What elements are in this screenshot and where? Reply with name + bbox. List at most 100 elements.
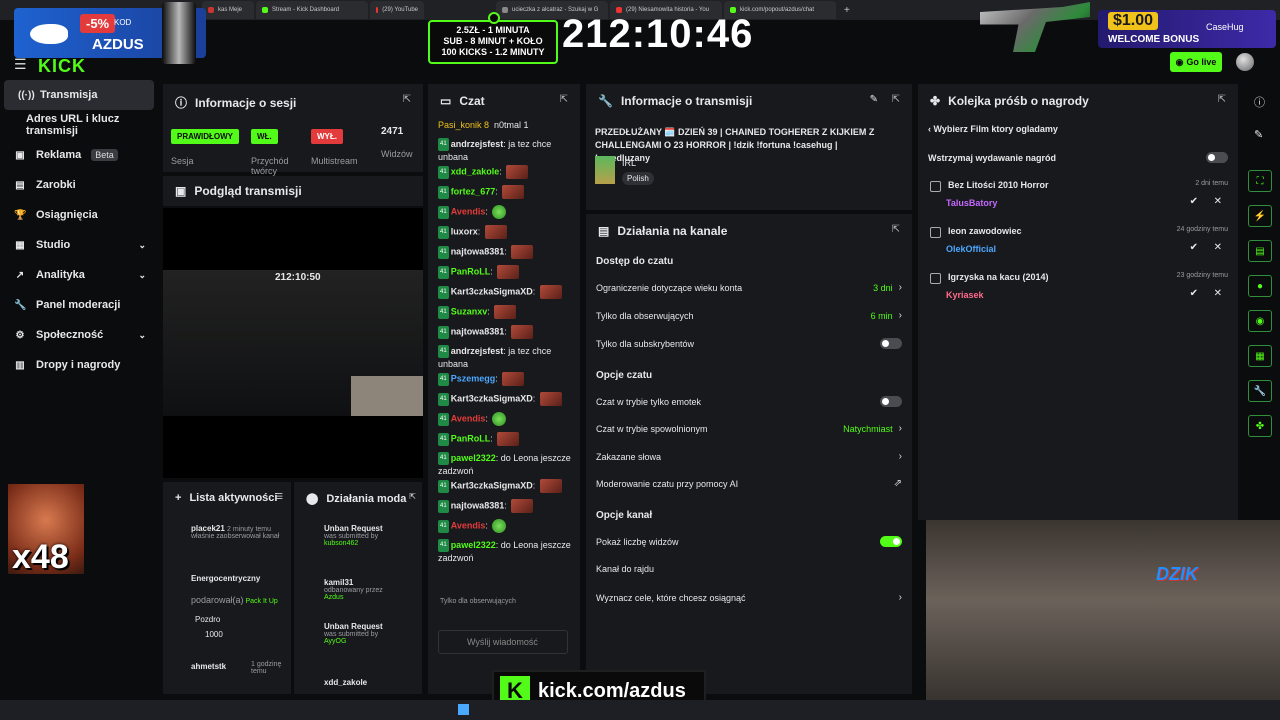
sidebar-item-dropy[interactable]: ▥ Dropy i nagrody [0,350,158,380]
chat-username[interactable]: fortez_677 [451,186,496,196]
chat-separator: : [485,206,491,217]
chat-username[interactable]: pawel2322 [451,453,496,463]
gift-icon: ✤ [930,94,941,108]
menu-icon[interactable]: ☰ [14,56,27,73]
sidebar-item-spolecznosc[interactable]: ⚙ Społeczność ⌄ [0,320,158,350]
chat-input[interactable]: Wyślij wiadomość [438,630,568,654]
lightning-icon[interactable]: ⚡ [1248,205,1272,227]
popout-icon[interactable]: ⇱ [560,94,568,105]
chat-username[interactable]: Suzanxv [451,306,488,316]
chat-username[interactable]: andrzejsfest [451,346,504,356]
gift-icon[interactable]: ✤ [1248,415,1272,437]
sidebar-item-studio[interactable]: ▦ Studio ⌄ [0,230,158,260]
sidebar-item-stream-key[interactable]: Adres URL i klucz transmisji [0,110,158,140]
request-user[interactable]: TalusBatory [946,198,997,208]
chat-username[interactable]: PanRoLL [451,433,491,443]
request-user[interactable]: OlekOfficial [946,244,996,254]
reject-icon[interactable]: ✕ [1214,242,1222,253]
wrench-icon[interactable]: 🔧 [1248,380,1272,402]
banned-words-row[interactable]: Zakazane słowa › [596,451,902,462]
chat-username[interactable]: luxorx [451,226,478,236]
chat-username[interactable]: najtowa8381 [451,500,505,510]
chat-username[interactable]: najtowa8381 [451,326,505,336]
windows-start-icon[interactable] [458,704,469,715]
raid-row[interactable]: Kanał do rajdu [596,564,902,574]
sidebar-item-analityka[interactable]: ↗ Analityka ⌄ [0,260,158,290]
subs-only-toggle[interactable] [880,338,902,349]
pause-rewards-toggle[interactable] [1206,152,1228,163]
age-limit-row[interactable]: Ograniczenie dotyczące wieku konta 3 dni › [596,282,902,293]
chat-username[interactable]: andrzejsfest [451,139,504,149]
emote-image [539,479,562,493]
goals-row[interactable]: Wyznacz cele, które chcesz osiągnąć › [596,592,902,603]
go-live-button[interactable]: ◉ Go live [1170,52,1222,72]
filter-icon[interactable]: ☰ [276,492,283,501]
request-checkbox[interactable] [930,181,941,192]
popout-icon[interactable]: ⇱ [892,224,900,235]
approve-icon[interactable]: ✔ [1190,242,1198,253]
reject-icon[interactable]: ✕ [1214,288,1222,299]
approve-icon[interactable]: ✔ [1190,196,1198,207]
request-user[interactable]: Kyriasek [946,290,984,300]
browser-tab[interactable]: (29) YouTube [370,1,424,19]
chat-username[interactable]: Kart3czkaSigmaXD [451,286,533,296]
emote-image [492,519,507,533]
info-icon: ⓘ [175,96,188,110]
slow-mode-row[interactable]: Czat w trybie spowolnionym Natychmiast › [596,423,902,434]
popout-icon[interactable]: ⇱ [892,94,900,105]
wrench-icon: 🔧 [598,94,613,108]
revenue-status-badge: WŁ. [251,129,278,144]
chat-username[interactable]: xdd_zakole [451,166,500,176]
chat-username[interactable]: Kart3czkaSigmaXD [451,393,533,403]
sidebar-item-transmisja[interactable]: ((·)) Transmisja [4,80,154,110]
multistream-status-badge: WYŁ. [311,129,343,144]
emote-only-row: Czat w trybie tylko emotek [596,396,902,407]
channel-icon: ▤ [598,224,610,238]
popout-icon[interactable]: ⇱ [409,492,416,501]
chat-username[interactable]: pawel2322 [451,540,496,550]
crop-icon[interactable]: ⛶ [1248,170,1272,192]
popout-icon[interactable]: ⇱ [1218,94,1226,105]
broadcast-icon[interactable]: ◉ [1248,310,1272,332]
chat-username[interactable]: PanRoLL [451,266,491,276]
emote-only-toggle[interactable] [880,396,902,407]
level-badge: 41 [438,205,449,219]
ai-moderation-row[interactable]: Moderowanie czatu przy pomocy AI ⇗ [596,478,902,489]
stack-icon[interactable]: ▦ [1248,345,1272,367]
info-icon[interactable]: ⓘ [1254,94,1265,110]
followers-only-row[interactable]: Tylko dla obserwujących 6 min › [596,310,902,321]
request-time: 24 godziny temu [1176,226,1228,233]
chat-username[interactable]: Avendis [451,206,486,216]
chat-username[interactable]: najtowa8381 [451,246,505,256]
sidebar-item-zarobki[interactable]: ▤ Zarobki [0,170,158,200]
new-tab-icon[interactable]: + [844,5,850,16]
browser-tab[interactable]: kas Meje [202,1,254,19]
sidebar-item-osiagniecia[interactable]: 🏆 Osiągnięcia [0,200,158,230]
chat-username[interactable]: Avendis [451,520,486,530]
chat-separator: : [477,226,483,237]
edit-icon[interactable]: ✎ [870,94,878,105]
chat-username[interactable]: Pszemegg [451,373,496,383]
kick-logo[interactable]: KICK [38,56,86,77]
reject-icon[interactable]: ✕ [1214,196,1222,207]
chat-username[interactable]: Kart3czkaSigmaXD [451,480,533,490]
pencil-icon[interactable]: ✎ [1254,128,1263,141]
sidebar-item-reklama[interactable]: ▣ Reklama Beta [0,140,158,170]
back-button[interactable]: ‹ Wybierz Film ktory ogladamy [928,124,1058,134]
beta-badge: Beta [91,149,118,161]
chat-bubble-icon[interactable]: ● [1248,275,1272,297]
list-icon[interactable]: ▤ [1248,240,1272,262]
popout-icon[interactable]: ⇱ [403,94,411,105]
subathon-rates: 2.5ZŁ - 1 MINUTA SUB - 8 MINUT + KOŁO 10… [428,12,558,64]
chat-username[interactable]: Avendis [451,413,486,423]
request-checkbox[interactable] [930,227,941,238]
sidebar-item-panel-moderacji[interactable]: 🔧 Panel moderacji [0,290,158,320]
mod-icon: ⬤ [306,493,319,505]
request-checkbox[interactable] [930,273,941,284]
level-badge: 41 [438,185,449,199]
level-badge: 41 [438,325,449,339]
browser-tab[interactable]: Stream - Kick Dashboard [256,1,368,19]
avatar[interactable] [1236,53,1254,71]
approve-icon[interactable]: ✔ [1190,288,1198,299]
show-viewers-toggle[interactable] [880,536,902,547]
